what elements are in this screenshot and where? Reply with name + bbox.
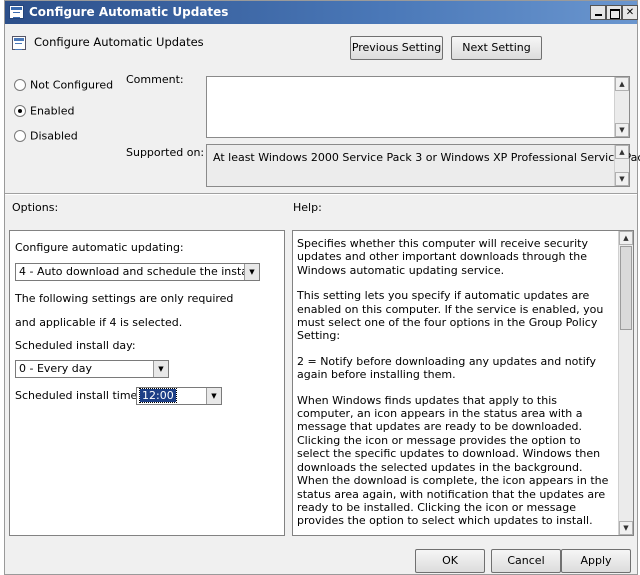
install-day-dropdown[interactable]: 0 - Every day ▼	[15, 360, 169, 378]
apply-button[interactable]: Apply	[561, 549, 631, 573]
scroll-up-arrow-icon[interactable]: ▲	[619, 231, 633, 245]
window-title: Configure Automatic Updates	[29, 5, 229, 19]
help-paragraph: This setting lets you specify if automat…	[297, 289, 604, 343]
radio-circle[interactable]	[14, 79, 26, 91]
scroll-up-arrow-icon[interactable]: ▲	[615, 145, 629, 159]
policy-name: Configure Automatic Updates	[34, 35, 204, 49]
next-setting-button[interactable]: Next Setting	[451, 36, 542, 60]
help-paragraph: When Windows finds updates that apply to…	[297, 393, 609, 528]
help-panel: Specifies whether this computer will rec…	[292, 230, 634, 536]
scroll-down-arrow-icon[interactable]: ▼	[619, 521, 633, 535]
radio-not-configured[interactable]: Not Configured	[14, 78, 113, 92]
comment-label: Comment:	[126, 73, 184, 86]
radio-label: Disabled	[30, 129, 78, 143]
dropdown-value: 12:00	[139, 388, 177, 403]
dialog-window: Configure Automatic Updates ✕ Configure …	[4, 0, 640, 575]
previous-setting-button[interactable]: Previous Setting	[350, 36, 443, 60]
radio-enabled[interactable]: Enabled	[14, 104, 74, 118]
supported-scrollbar[interactable]: ▲ ▼	[614, 145, 629, 186]
dropdown-value: 4 - Auto download and schedule the insta…	[19, 265, 255, 278]
comment-scrollbar[interactable]: ▲ ▼	[614, 77, 629, 137]
help-text: Specifies whether this computer will rec…	[297, 237, 613, 540]
chevron-down-icon[interactable]: ▼	[153, 361, 168, 377]
help-label: Help:	[293, 201, 322, 214]
install-time-dropdown[interactable]: 12:00 ▼	[136, 387, 222, 405]
radio-disabled[interactable]: Disabled	[14, 129, 78, 143]
supported-on-label: Supported on:	[126, 146, 205, 159]
radio-circle[interactable]	[14, 130, 26, 142]
scroll-up-arrow-icon[interactable]: ▲	[615, 77, 629, 91]
help-scrollbar[interactable]: ▲ ▼	[618, 231, 633, 535]
ok-button[interactable]: OK	[415, 549, 485, 573]
scroll-down-arrow-icon[interactable]: ▼	[615, 123, 629, 137]
supported-on-box: At least Windows 2000 Service Pack 3 or …	[206, 144, 640, 187]
dropdown-value: 0 - Every day	[19, 362, 92, 375]
note-line-2: and applicable if 4 is selected.	[15, 316, 183, 329]
configure-updating-dropdown[interactable]: 4 - Auto download and schedule the insta…	[15, 263, 260, 281]
options-label: Options:	[12, 201, 59, 214]
radio-label: Not Configured	[30, 78, 114, 92]
policy-setting-icon	[12, 36, 26, 50]
chevron-down-icon[interactable]: ▼	[206, 388, 221, 404]
install-day-label: Scheduled install day:	[15, 339, 136, 352]
minimize-button[interactable]	[590, 5, 606, 20]
maximize-button[interactable]	[606, 5, 622, 20]
options-panel: Configure automatic updating: 4 - Auto d…	[9, 230, 285, 536]
scroll-down-arrow-icon[interactable]: ▼	[615, 172, 629, 186]
separator	[5, 193, 637, 195]
scrollbar-thumb[interactable]	[620, 246, 632, 330]
close-button[interactable]: ✕	[622, 5, 638, 20]
comment-textarea[interactable]: ▲ ▼	[206, 76, 630, 138]
policy-window-icon	[9, 5, 24, 19]
configure-updating-label: Configure automatic updating:	[15, 241, 184, 254]
help-paragraph: 2 = Notify before downloading any update…	[297, 354, 596, 382]
radio-circle[interactable]	[14, 105, 26, 117]
supported-on-value: At least Windows 2000 Service Pack 3 or …	[213, 151, 640, 164]
help-paragraph: Specifies whether this computer will rec…	[297, 237, 588, 277]
note-line-1: The following settings are only required	[15, 292, 234, 305]
install-time-label: Scheduled install time:	[15, 389, 142, 402]
cancel-button[interactable]: Cancel	[491, 549, 561, 573]
chevron-down-icon[interactable]: ▼	[244, 264, 259, 280]
title-bar[interactable]: Configure Automatic Updates ✕	[5, 1, 638, 24]
radio-label: Enabled	[30, 104, 75, 118]
